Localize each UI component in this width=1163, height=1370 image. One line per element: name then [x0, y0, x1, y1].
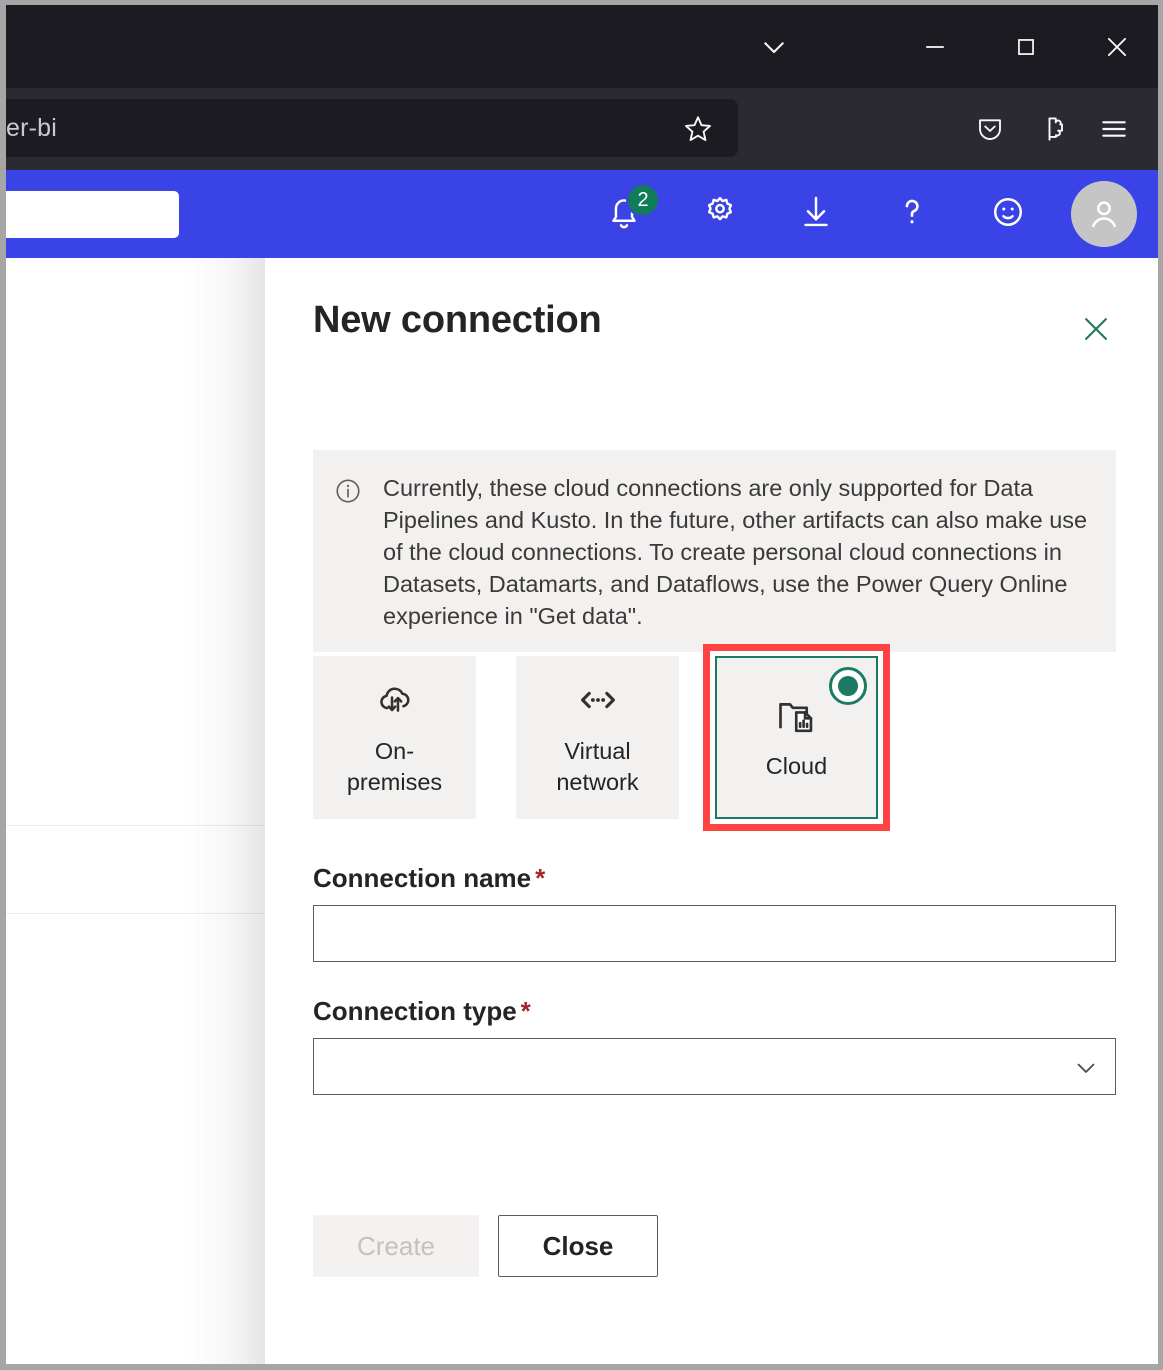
search-input[interactable] [6, 191, 179, 238]
tile-label: Virtual network [538, 736, 658, 798]
notifications-button[interactable]: 2 [576, 170, 672, 258]
bookmark-star-icon[interactable] [682, 113, 714, 150]
info-message: Currently, these cloud connections are o… [313, 450, 1116, 652]
info-message-text: Currently, these cloud connections are o… [383, 472, 1092, 632]
tile-on-premises[interactable]: On-premises [313, 656, 476, 819]
tile-label: On-premises [335, 736, 455, 798]
app-header: 2 [6, 170, 1158, 258]
feedback-smiley-icon [987, 191, 1029, 238]
page-title: New connection [313, 299, 602, 342]
tile-cloud[interactable]: Cloud [715, 656, 878, 819]
help-button[interactable] [864, 170, 960, 258]
minimize-icon [921, 33, 949, 61]
chevron-down-icon [759, 32, 789, 62]
label-text: Connection type [313, 996, 517, 1026]
app-header-actions: 2 [576, 170, 1152, 258]
create-button[interactable]: Create [313, 1215, 479, 1277]
window-minimize-button[interactable] [904, 5, 966, 88]
required-asterisk: * [521, 996, 531, 1026]
app-menu-icon[interactable] [1096, 109, 1132, 149]
new-connection-panel: New connection Currently, these cloud co… [265, 258, 1158, 1364]
chevrons-dots-icon [576, 678, 620, 722]
settings-gear-icon [699, 191, 741, 238]
maximize-icon [1013, 34, 1039, 60]
downloads-icon [795, 191, 837, 238]
browser-nav-bar: er-bi [6, 88, 1158, 170]
settings-button[interactable] [672, 170, 768, 258]
connection-name-label: Connection name* [313, 863, 545, 894]
background-divider [6, 825, 265, 826]
info-circle-icon [333, 472, 365, 632]
browser-toolbar-buttons [972, 88, 1146, 170]
tile-virtual-network[interactable]: Virtual network [516, 656, 679, 819]
tile-label: Cloud [766, 751, 827, 782]
downloads-button[interactable] [768, 170, 864, 258]
address-bar-text: er-bi [6, 114, 57, 143]
close-button[interactable]: Close [498, 1215, 658, 1277]
connection-type-label: Connection type* [313, 996, 531, 1027]
radio-selected-icon [829, 667, 867, 705]
label-text: Connection name [313, 863, 531, 893]
account-button[interactable] [1056, 170, 1152, 258]
help-question-icon [891, 191, 933, 238]
connection-type-dropdown[interactable] [313, 1038, 1116, 1095]
avatar [1071, 181, 1137, 247]
address-bar[interactable]: er-bi [6, 99, 738, 157]
chevron-down-icon [1071, 1052, 1101, 1082]
window-close-button[interactable] [1086, 5, 1148, 88]
panel-close-button[interactable] [1074, 308, 1118, 352]
screenshot-frame: er-bi [0, 0, 1163, 1370]
browser-title-bar [6, 5, 1158, 88]
pocket-icon[interactable] [972, 109, 1008, 149]
extensions-icon[interactable] [1034, 109, 1070, 149]
browser-window: er-bi [6, 5, 1158, 1364]
selection-highlight-box: Cloud [703, 644, 890, 831]
required-asterisk: * [535, 863, 545, 893]
window-maximize-button[interactable] [995, 5, 1057, 88]
folder-report-icon [773, 693, 821, 737]
close-icon [1079, 312, 1113, 349]
feedback-button[interactable] [960, 170, 1056, 258]
cloud-sync-icon [374, 678, 416, 722]
notifications-badge: 2 [626, 183, 660, 217]
close-icon [1102, 32, 1132, 62]
background-divider [6, 913, 265, 914]
tab-list-chevron-button[interactable] [743, 5, 805, 88]
connection-name-input[interactable] [313, 905, 1116, 962]
